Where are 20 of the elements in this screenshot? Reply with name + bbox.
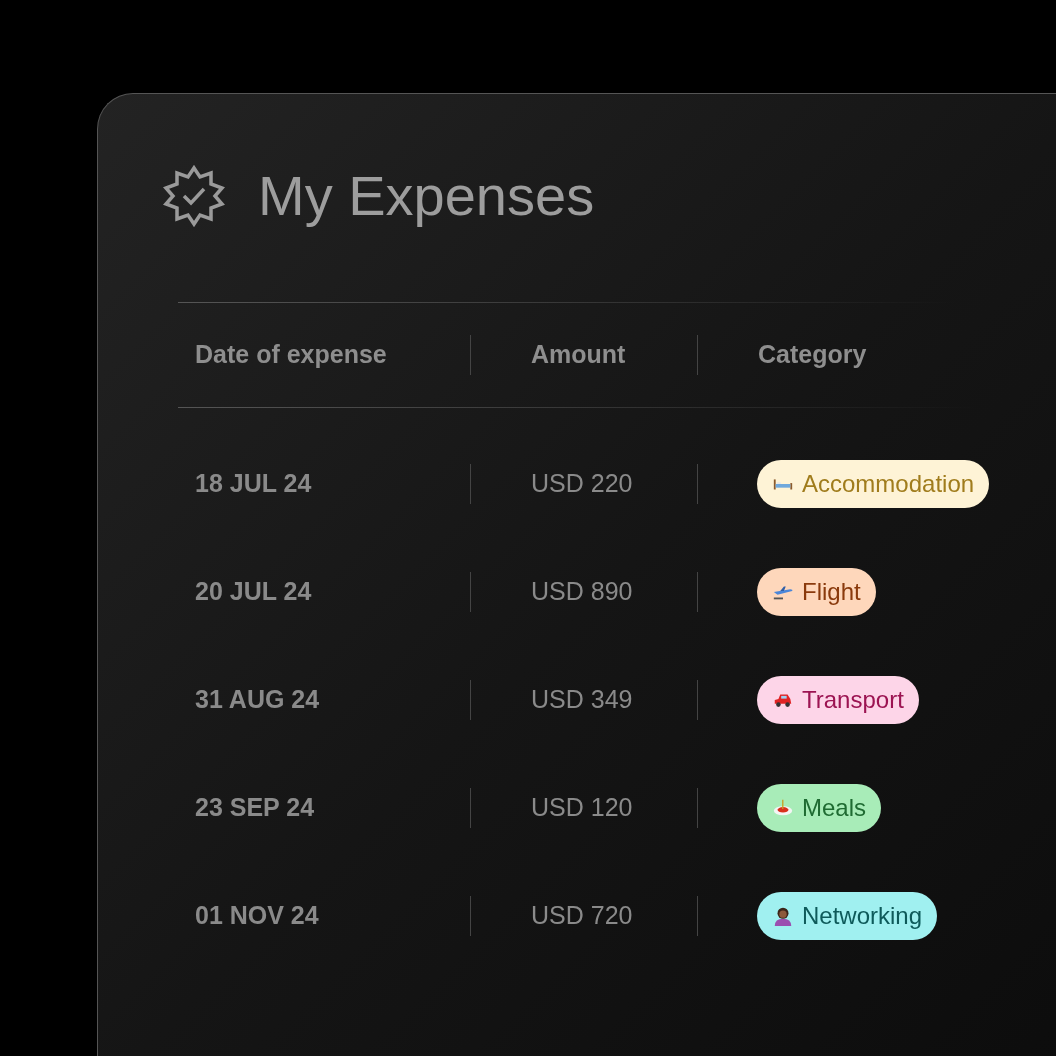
category-label: Meals bbox=[802, 793, 867, 823]
badge-check-icon bbox=[162, 164, 226, 228]
category-label: Transport bbox=[802, 685, 904, 715]
person-icon bbox=[772, 905, 794, 927]
column-header: Category bbox=[757, 339, 867, 371]
date-cell-text: 31 AUG 24 bbox=[194, 684, 321, 716]
amount-cell-text: USD 720 bbox=[530, 900, 634, 932]
column-header: Date of expense bbox=[194, 339, 388, 371]
amount-cell-text: USD 890 bbox=[530, 576, 634, 608]
category-label: Networking bbox=[802, 901, 923, 931]
amount-cell-text: USD 120 bbox=[530, 792, 634, 824]
date-cell-text: 20 JUL 24 bbox=[194, 576, 313, 608]
date-cell-text: 23 SEP 24 bbox=[194, 792, 316, 824]
category-label: Accommodation bbox=[802, 469, 975, 499]
amount-cell-text: USD 220 bbox=[530, 468, 634, 500]
date-cell-text: 18 JUL 24 bbox=[194, 468, 313, 500]
category-label: Flight bbox=[802, 577, 861, 607]
date-cell-text: 01 NOV 24 bbox=[194, 900, 320, 932]
column-header: Amount bbox=[530, 339, 627, 371]
amount-cell-text: USD 349 bbox=[530, 684, 634, 716]
